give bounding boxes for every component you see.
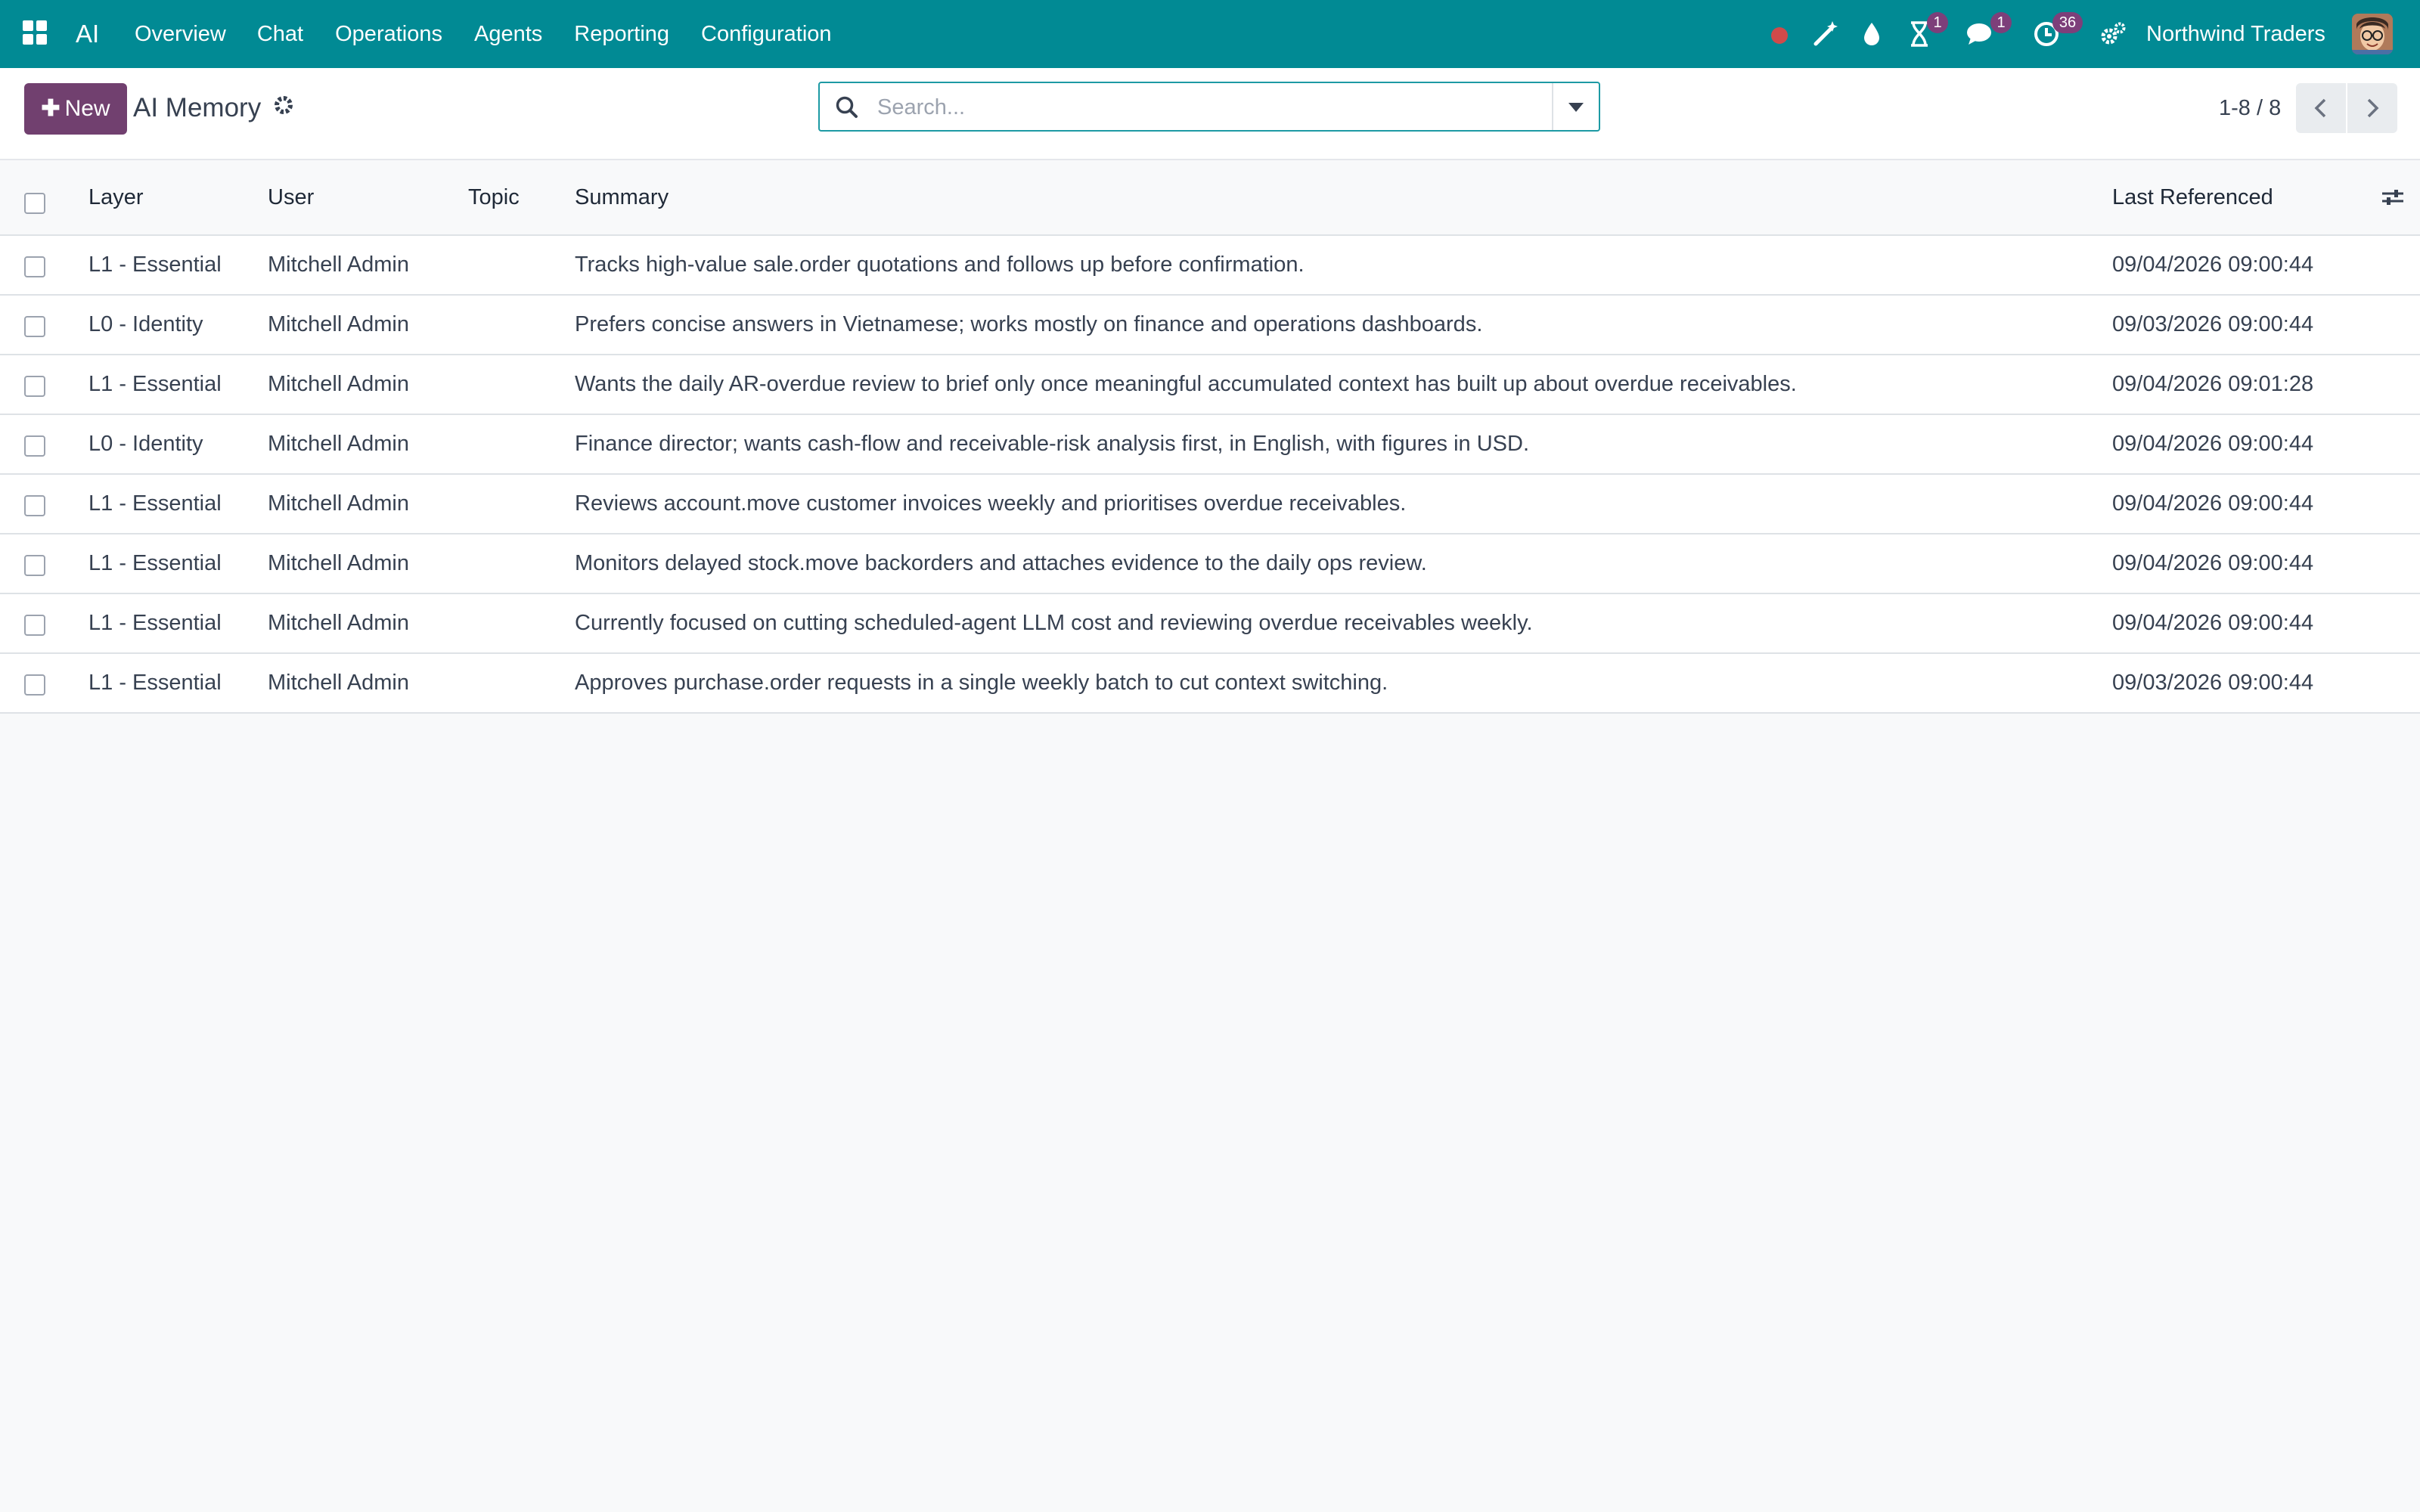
control-panel: ✚New AI Memory 1-8 / 8 [0,68,2420,160]
select-all-checkbox[interactable] [24,193,45,214]
search-input[interactable] [876,89,1529,125]
chevron-right-icon [2367,98,2379,118]
table-row[interactable]: L1 - Essential Mitchell Admin Tracks high-… [0,236,2420,296]
row-last-referenced: 09/04/2026 09:01:28 [2112,372,2314,396]
search-options-dropdown[interactable] [1552,83,1599,130]
top-navbar: AI Overview Chat Operations Agents Repor… [0,0,2420,68]
menu-configuration[interactable]: Configuration [701,17,832,51]
search-icon [833,94,861,121]
table-row[interactable]: L0 - Identity Mitchell Admin Finance direc… [0,415,2420,475]
new-button[interactable]: ✚ New [24,83,127,135]
table-row[interactable]: L1 - Essential Mitchell Admin Monitors del… [0,534,2420,594]
company-switcher[interactable]: Northwind Traders [2146,17,2325,51]
row-last-referenced: 09/04/2026 09:00:44 [2112,491,2314,516]
menu-overview[interactable]: Overview [135,17,226,51]
row-layer: L1 - Essential [88,253,222,277]
row-summary: Tracks high-value sale.order quotations … [575,253,1305,277]
messages-badge: 1 [1990,12,2012,33]
row-checkbox[interactable] [24,256,45,277]
row-layer: L1 - Essential [88,671,222,695]
company-settings-icon[interactable] [2098,0,2128,68]
row-checkbox[interactable] [24,315,45,337]
user-avatar[interactable] [2352,14,2393,54]
row-checkbox[interactable] [24,494,45,516]
table-header: Layer User Topic Summary Last Referenced [0,160,2420,236]
row-user: Mitchell Admin [268,551,409,575]
row-summary: Currently focused on cutting scheduled-a… [575,611,1533,635]
row-last-referenced: 09/04/2026 09:00:44 [2112,432,2314,456]
table-row[interactable]: L1 - Essential Mitchell Admin Approves pur… [0,654,2420,714]
row-user: Mitchell Admin [268,432,409,456]
row-user: Mitchell Admin [268,671,409,695]
memory-list-table: Layer User Topic Summary Last Referenced… [0,160,2420,714]
activities-badge: 1 [1927,12,1948,33]
table-row[interactable]: L1 - Essential Mitchell Admin Wants the da… [0,355,2420,415]
record-status-icon[interactable] [1767,0,1792,68]
row-last-referenced: 09/03/2026 09:00:44 [2112,671,2314,695]
row-layer: L1 - Essential [88,611,222,635]
messages-icon[interactable]: 1 [1963,0,2012,68]
row-last-referenced: 09/04/2026 09:00:44 [2112,551,2314,575]
row-summary: Reviews account.move customer invoices w… [575,491,1407,516]
row-summary: Monitors delayed stock.move backorders a… [575,551,1427,575]
chevron-left-icon [2314,98,2326,118]
row-last-referenced: 09/03/2026 09:00:44 [2112,312,2314,336]
page-title: AI Memory [133,93,262,122]
table-row[interactable]: L1 - Essential Mitchell Admin Currently fo… [0,594,2420,654]
row-user: Mitchell Admin [268,372,409,396]
menu-agents[interactable]: Agents [474,17,542,51]
magic-wand-icon[interactable] [1810,0,1841,68]
search-box [818,82,1600,132]
row-layer: L1 - Essential [88,491,222,516]
column-header-topic[interactable]: Topic [468,160,520,234]
table-row[interactable]: L1 - Essential Mitchell Admin Reviews acco… [0,475,2420,534]
row-user: Mitchell Admin [268,491,409,516]
clock-badge: 36 [2052,12,2083,33]
row-user: Mitchell Admin [268,253,409,277]
main-menu: Overview Chat Operations Agents Reportin… [135,17,864,51]
column-header-user[interactable]: User [268,160,314,234]
menu-chat[interactable]: Chat [257,17,303,51]
row-checkbox[interactable] [24,375,45,397]
row-user: Mitchell Admin [268,312,409,336]
row-layer: L1 - Essential [88,372,222,396]
table-body: L1 - Essential Mitchell Admin Tracks high-… [0,236,2420,714]
row-last-referenced: 09/04/2026 09:00:44 [2112,611,2314,635]
table-row[interactable]: L0 - Identity Mitchell Admin Prefers conci… [0,296,2420,355]
row-user: Mitchell Admin [268,611,409,635]
pager-value[interactable]: 1-8 / 8 [2219,91,2281,125]
row-layer: L0 - Identity [88,432,203,456]
drop-icon[interactable] [1859,0,1885,68]
column-header-layer[interactable]: Layer [88,160,144,234]
gear-icon[interactable] [272,94,298,119]
new-button-label: New [64,96,110,121]
clock-icon[interactable]: 36 [2031,0,2083,68]
row-summary: Prefers concise answers in Vietnamese; w… [575,312,1483,336]
row-checkbox[interactable] [24,674,45,696]
pager-next-button[interactable] [2347,83,2397,133]
menu-operations[interactable]: Operations [335,17,442,51]
row-layer: L1 - Essential [88,551,222,575]
menu-reporting[interactable]: Reporting [574,17,669,51]
row-summary: Wants the daily AR-overdue review to bri… [575,372,1797,396]
activities-icon[interactable]: 1 [1904,0,1948,68]
pager-previous-button[interactable] [2296,83,2346,133]
row-last-referenced: 09/04/2026 09:00:44 [2112,253,2314,277]
row-checkbox[interactable] [24,435,45,457]
column-header-last-referenced[interactable]: Last Referenced [2112,160,2273,234]
row-summary: Approves purchase.order requests in a si… [575,671,1388,695]
plus-icon: ✚ [41,96,60,121]
optional-columns-icon[interactable] [2381,160,2408,234]
row-checkbox[interactable] [24,554,45,576]
row-layer: L0 - Identity [88,312,203,336]
row-summary: Finance director; wants cash-flow and re… [575,432,1529,456]
column-header-summary[interactable]: Summary [575,160,669,234]
row-checkbox[interactable] [24,614,45,636]
apps-menu-icon[interactable] [23,20,48,46]
app-name[interactable]: AI [76,17,99,51]
